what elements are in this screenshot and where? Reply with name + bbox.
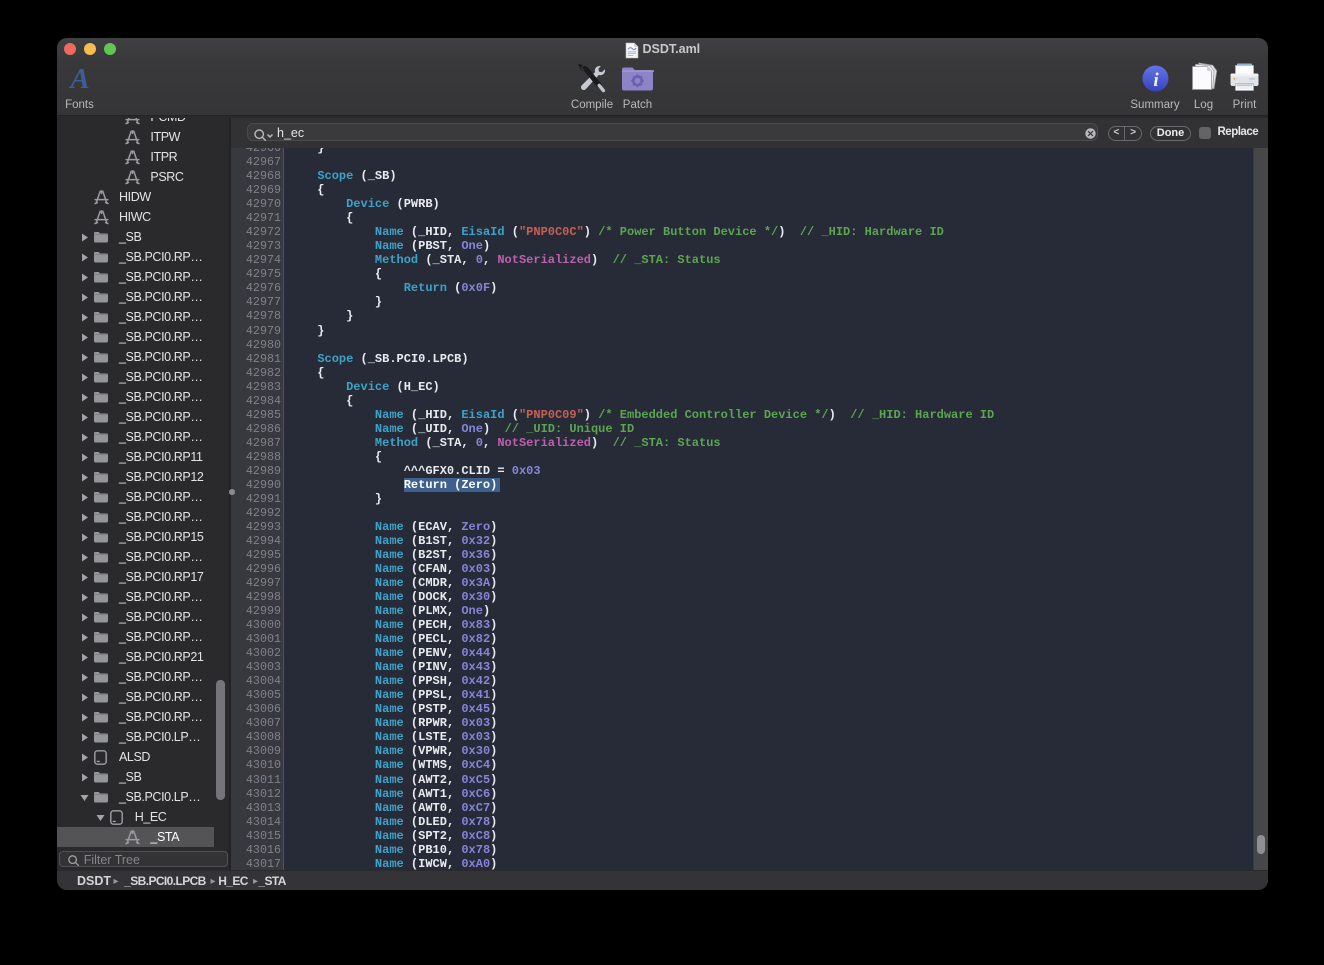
svg-text:i: i — [1153, 70, 1159, 91]
